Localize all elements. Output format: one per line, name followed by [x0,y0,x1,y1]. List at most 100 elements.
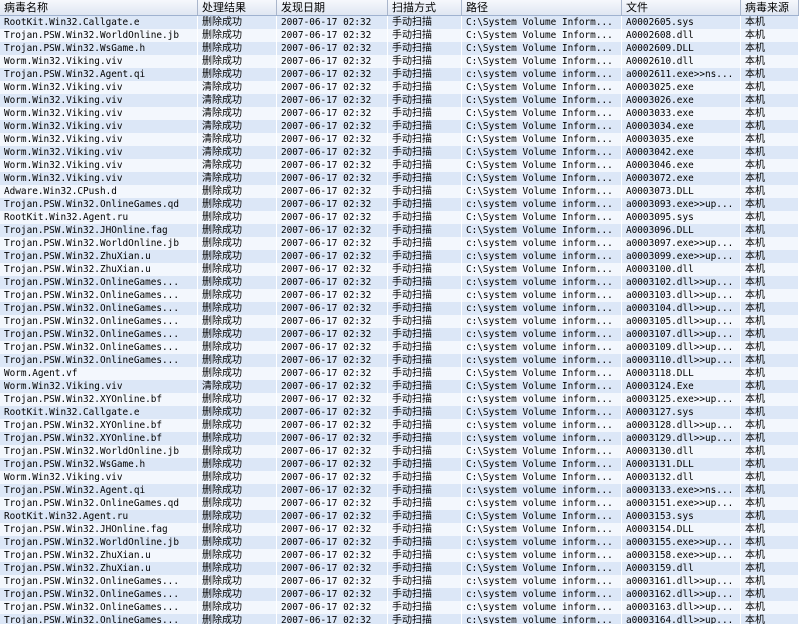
table-row[interactable]: Trojan.PSW.Win32.OnlineGames... 删除成功 2007-… [0,614,799,624]
table-row[interactable]: RootKit.Win32.Callgate.e 删除成功 2007-06-17 0… [0,406,799,419]
date-cell: 2007-06-17 02:32 [277,172,388,185]
column-header-date[interactable]: 发现日期 [277,0,388,15]
path-cell: c:\system volume inform... [462,588,622,601]
date-cell: 2007-06-17 02:32 [277,406,388,419]
scan-method-cell: 手动扫描 [388,120,462,133]
table-row[interactable]: Worm.Win32.Viking.viv 清除成功 2007-06-17 02:3… [0,380,799,393]
table-row[interactable]: Worm.Win32.Viking.viv 删除成功 2007-06-17 02:3… [0,55,799,68]
virus-name-cell: Trojan.PSW.Win32.XYOnline.bf [0,432,198,445]
table-row[interactable]: Worm.Win32.Viking.viv 删除成功 2007-06-17 02:3… [0,471,799,484]
table-row[interactable]: Trojan.PSW.Win32.ZhuXian.u 删除成功 2007-06-17… [0,549,799,562]
table-row[interactable]: RootKit.Win32.Agent.ru 删除成功 2007-06-17 02:… [0,510,799,523]
column-header-result[interactable]: 处理结果 [198,0,277,15]
source-cell: 本机 [741,250,799,263]
source-cell: 本机 [741,549,799,562]
table-row[interactable]: Trojan.PSW.Win32.Agent.qi 删除成功 2007-06-17 … [0,484,799,497]
path-cell: C:\System Volume Inform... [462,94,622,107]
table-row[interactable]: Trojan.PSW.Win32.ZhuXian.u 删除成功 2007-06-17… [0,562,799,575]
file-cell: A0003095.sys [622,211,741,224]
table-row[interactable]: Trojan.PSW.Win32.OnlineGames... 删除成功 2007-… [0,601,799,614]
scan-method-cell: 手动扫描 [388,16,462,29]
column-header-source[interactable]: 病毒来源 [741,0,799,15]
column-header-file[interactable]: 文件 [622,0,741,15]
result-cell: 删除成功 [198,523,277,536]
file-cell: A0003042.exe [622,146,741,159]
date-cell: 2007-06-17 02:32 [277,16,388,29]
table-row[interactable]: Trojan.PSW.Win32.WorldOnline.jb 删除成功 2007-… [0,29,799,42]
file-cell: a0003109.dll>>up... [622,341,741,354]
file-cell: a0003125.exe>>up... [622,393,741,406]
table-row[interactable]: Trojan.PSW.Win32.OnlineGames... 删除成功 2007-… [0,588,799,601]
table-row[interactable]: Trojan.PSW.Win32.OnlineGames... 删除成功 2007-… [0,575,799,588]
table-row[interactable]: Trojan.PSW.Win32.XYOnline.bf 删除成功 2007-06-… [0,393,799,406]
table-row[interactable]: Trojan.PSW.Win32.JHOnline.fag 删除成功 2007-06… [0,523,799,536]
virus-name-cell: Trojan.PSW.Win32.ZhuXian.u [0,250,198,263]
table-row[interactable]: Trojan.PSW.Win32.OnlineGames.qd 删除成功 2007-… [0,497,799,510]
virus-name-cell: Worm.Win32.Viking.viv [0,81,198,94]
table-row[interactable]: RootKit.Win32.Callgate.e 删除成功 2007-06-17 0… [0,16,799,29]
table-row[interactable]: Trojan.PSW.Win32.ZhuXian.u 删除成功 2007-06-17… [0,263,799,276]
source-cell: 本机 [741,276,799,289]
result-cell: 删除成功 [198,419,277,432]
virus-name-cell: Worm.Win32.Viking.viv [0,107,198,120]
table-row[interactable]: Worm.Win32.Viking.viv 清除成功 2007-06-17 02:3… [0,94,799,107]
table-row[interactable]: Trojan.PSW.Win32.WsGame.h 删除成功 2007-06-17 … [0,458,799,471]
table-row[interactable]: Trojan.PSW.Win32.OnlineGames... 删除成功 2007-… [0,354,799,367]
table-row[interactable]: Trojan.PSW.Win32.OnlineGames.qd 删除成功 2007-… [0,198,799,211]
table-row[interactable]: Trojan.PSW.Win32.WorldOnline.jb 删除成功 2007-… [0,445,799,458]
table-row[interactable]: Worm.Win32.Viking.viv 清除成功 2007-06-17 02:3… [0,172,799,185]
source-cell: 本机 [741,16,799,29]
virus-name-cell: Worm.Agent.vf [0,367,198,380]
table-row[interactable]: Trojan.PSW.Win32.ZhuXian.u 删除成功 2007-06-17… [0,250,799,263]
file-cell: A0003100.dll [622,263,741,276]
file-cell: A0003131.DLL [622,458,741,471]
table-row[interactable]: Trojan.PSW.Win32.XYOnline.bf 删除成功 2007-06-… [0,419,799,432]
table-row[interactable]: RootKit.Win32.Agent.ru 删除成功 2007-06-17 02:… [0,211,799,224]
scan-method-cell: 手动扫描 [388,289,462,302]
source-cell: 本机 [741,224,799,237]
file-cell: A0003124.Exe [622,380,741,393]
table-row[interactable]: Trojan.PSW.Win32.Agent.qi 删除成功 2007-06-17 … [0,68,799,81]
table-row[interactable]: Worm.Win32.Viking.viv 清除成功 2007-06-17 02:3… [0,107,799,120]
date-cell: 2007-06-17 02:32 [277,458,388,471]
file-cell: a0003105.dll>>up... [622,315,741,328]
table-row[interactable]: Worm.Win32.Viking.viv 清除成功 2007-06-17 02:3… [0,81,799,94]
date-cell: 2007-06-17 02:32 [277,497,388,510]
path-cell: C:\System Volume Inform... [462,380,622,393]
column-header-scan-method[interactable]: 扫描方式 [388,0,462,15]
result-cell: 删除成功 [198,315,277,328]
path-cell: c:\system volume inform... [462,575,622,588]
table-row[interactable]: Worm.Win32.Viking.viv 清除成功 2007-06-17 02:3… [0,146,799,159]
table-row[interactable]: Trojan.PSW.Win32.OnlineGames... 删除成功 2007-… [0,315,799,328]
table-row[interactable]: Trojan.PSW.Win32.OnlineGames... 删除成功 2007-… [0,276,799,289]
table-row[interactable]: Trojan.PSW.Win32.WsGame.h 删除成功 2007-06-17 … [0,42,799,55]
column-header-virus-name[interactable]: 病毒名称 [0,0,198,15]
column-header-path[interactable]: 路径 [462,0,622,15]
virus-name-cell: Trojan.PSW.Win32.OnlineGames... [0,276,198,289]
table-row[interactable]: Worm.Win32.Viking.viv 清除成功 2007-06-17 02:3… [0,120,799,133]
result-cell: 删除成功 [198,276,277,289]
table-row[interactable]: Worm.Win32.Viking.viv 清除成功 2007-06-17 02:3… [0,133,799,146]
path-cell: C:\System Volume Inform... [462,562,622,575]
scan-method-cell: 手动扫描 [388,250,462,263]
file-cell: A0002609.DLL [622,42,741,55]
scan-method-cell: 手动扫描 [388,523,462,536]
table-row[interactable]: Trojan.PSW.Win32.OnlineGames... 删除成功 2007-… [0,341,799,354]
table-row[interactable]: Trojan.PSW.Win32.OnlineGames... 删除成功 2007-… [0,328,799,341]
table-row[interactable]: Trojan.PSW.Win32.OnlineGames... 删除成功 2007-… [0,289,799,302]
table-row[interactable]: Trojan.PSW.Win32.OnlineGames... 删除成功 2007-… [0,302,799,315]
date-cell: 2007-06-17 02:32 [277,159,388,172]
path-cell: C:\System Volume Inform... [462,159,622,172]
table-row[interactable]: Worm.Win32.Viking.viv 清除成功 2007-06-17 02:3… [0,159,799,172]
table-row[interactable]: Adware.Win32.CPush.d 删除成功 2007-06-17 02:32… [0,185,799,198]
file-cell: a0003110.dll>>up... [622,354,741,367]
table-row[interactable]: Trojan.PSW.Win32.WorldOnline.jb 删除成功 2007-… [0,536,799,549]
table-row[interactable]: Trojan.PSW.Win32.JHOnline.fag 删除成功 2007-06… [0,224,799,237]
result-cell: 删除成功 [198,237,277,250]
table-row[interactable]: Trojan.PSW.Win32.WorldOnline.jb 删除成功 2007-… [0,237,799,250]
scan-method-cell: 手动扫描 [388,172,462,185]
table-row[interactable]: Worm.Agent.vf 删除成功 2007-06-17 02:32 手动扫描 C:\… [0,367,799,380]
source-cell: 本机 [741,146,799,159]
result-cell: 删除成功 [198,588,277,601]
table-row[interactable]: Trojan.PSW.Win32.XYOnline.bf 删除成功 2007-06-… [0,432,799,445]
